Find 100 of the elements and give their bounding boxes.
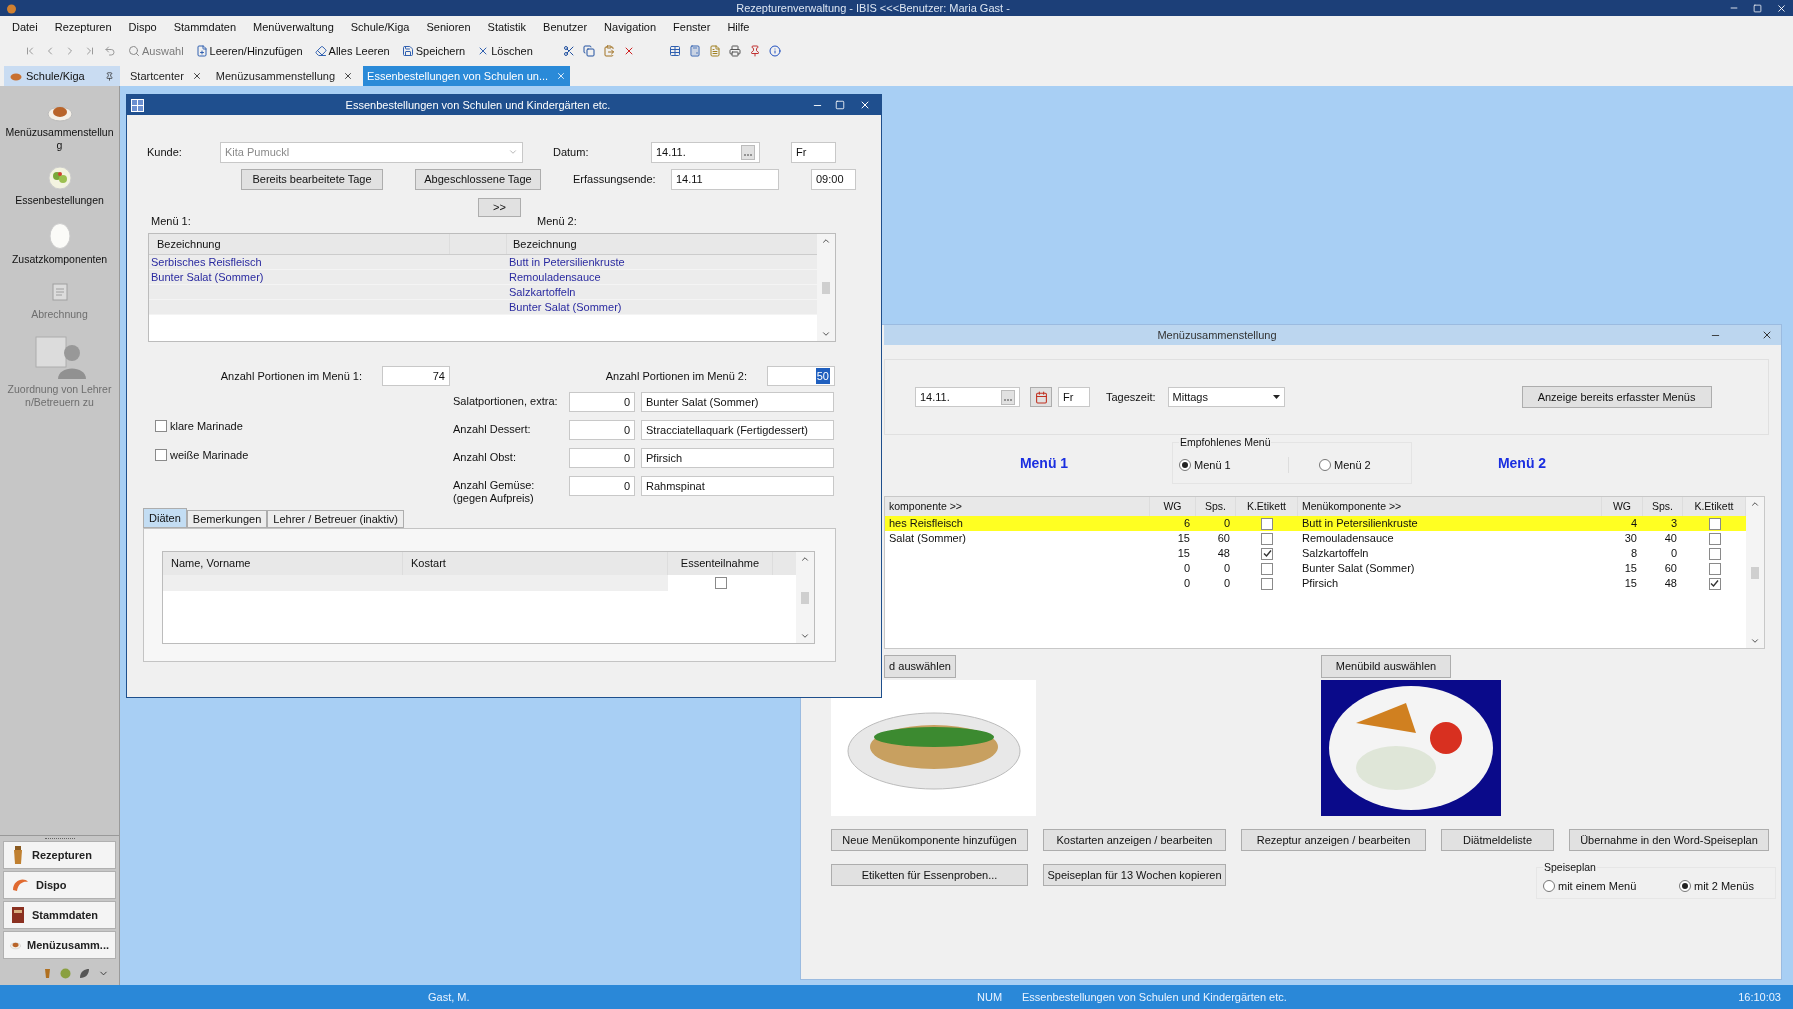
quantity-field[interactable]: 0 [569,448,635,468]
button[interactable]: Menübild auswählen [1321,655,1451,678]
table-row[interactable]: hes Reisfleisch 6 0 Butt in Petersilienkruste 4 3 [885,516,1746,531]
button[interactable]: Rezeptur anzeigen / bearbeiten [1241,829,1426,851]
quantity-field[interactable]: 0 [569,476,635,496]
button[interactable]: Neue Menükomponente hinzufügen [831,829,1028,851]
radio-button[interactable] [1319,459,1331,471]
sidebar-item[interactable]: Zusatzkomponenten [11,253,108,266]
printer-icon[interactable] [728,45,741,57]
pepper-mill-icon[interactable] [43,967,52,979]
button[interactable]: Etiketten für Essenproben... [831,864,1028,886]
checkbox[interactable] [155,420,167,433]
checkbox[interactable] [155,448,167,461]
radio-button[interactable] [1679,880,1691,892]
scroll-up-icon[interactable] [821,236,831,246]
scroll-up-icon[interactable] [1750,499,1760,509]
document-tab[interactable]: Essenbestellungen von Schulen un... [363,66,571,86]
close-icon[interactable] [859,99,871,111]
pin-icon[interactable] [748,45,761,57]
menu-item[interactable]: Senioren [426,18,471,36]
calendar-button[interactable] [1030,387,1052,407]
maximize-icon[interactable] [835,100,845,110]
button[interactable]: d auswählen [884,655,956,678]
close-icon[interactable] [1761,329,1773,341]
menu-item[interactable]: Rezepturen [54,18,112,36]
scroll-thumb[interactable] [801,591,809,604]
calculator-icon[interactable] [688,45,701,57]
checkbox[interactable] [1708,517,1721,530]
daytime-dropdown[interactable]: Mittags [1167,387,1285,407]
menu-item[interactable]: Navigation [604,18,657,36]
button[interactable]: Bereits bearbeitete Tage [241,169,383,190]
last-icon[interactable] [84,45,96,57]
copy-icon[interactable] [582,45,595,57]
scroll-thumb[interactable] [822,281,830,294]
menu-item[interactable]: Fenster [673,18,711,36]
navigation-button[interactable]: Dispo [3,871,116,899]
portion-field[interactable]: 74 [382,366,450,386]
navigation-button[interactable]: Menüzusamm... [3,931,116,959]
button[interactable]: Kostarten anzeigen / bearbeiten [1043,829,1226,851]
checkbox[interactable] [1261,547,1273,560]
picker-button[interactable] [1001,389,1015,405]
restore-icon[interactable] [1753,3,1762,13]
close-icon[interactable] [343,71,354,81]
checkbox[interactable] [714,577,727,589]
toolbar-button[interactable]: Löschen [477,42,533,60]
menu-item[interactable]: Schule/Kiga [350,18,410,36]
menu-item[interactable]: Statistik [487,18,527,36]
toolbar-button[interactable]: Speichern [401,42,466,60]
navigation-button[interactable]: Rezepturen [3,841,116,869]
pin-icon[interactable] [105,71,114,81]
scroll-thumb[interactable] [1751,566,1759,579]
button[interactable]: Abgeschlossene Tage [415,169,541,190]
scroll-down-icon[interactable] [821,329,831,339]
sidebar-item[interactable]: Essenbestellungen [15,194,104,207]
picker-button[interactable] [741,144,755,160]
button[interactable]: Speiseplan für 13 Wochen kopieren [1043,864,1226,886]
menu-item[interactable]: Benutzer [543,18,588,36]
portion-field[interactable]: 50 [767,366,835,386]
menu-item[interactable]: Datei [12,18,38,36]
menu-item[interactable]: Dispo [128,18,157,36]
toolbar-button[interactable]: Leeren/Hinzufügen [195,42,303,60]
radio-button[interactable] [1179,459,1191,471]
cut-icon[interactable] [562,45,575,57]
scroll-down-icon[interactable] [800,631,810,641]
close-icon[interactable] [191,71,202,81]
quantity-field[interactable]: 0 [569,392,635,412]
button[interactable]: Diätmeldeliste [1441,829,1554,851]
checkbox[interactable] [1708,562,1721,575]
document-tab[interactable]: Startcenter [126,66,206,86]
scroll-down-icon[interactable] [1750,636,1760,646]
tab[interactable]: Diäten [143,508,187,528]
tab[interactable]: Lehrer / Betreuer (inaktiv) [267,510,404,528]
checkbox[interactable] [1261,532,1273,545]
quantity-field[interactable]: 0 [569,420,635,440]
checkbox[interactable] [1261,577,1273,590]
close-icon[interactable] [1776,2,1787,14]
checkbox[interactable] [1708,532,1721,545]
transfer-button[interactable]: >> [478,198,521,217]
undo-icon[interactable] [104,45,116,57]
tab[interactable]: Bemerkungen [186,510,268,528]
document-icon[interactable] [708,45,721,57]
leaf-icon[interactable] [79,967,90,979]
paste-icon[interactable] [602,45,615,57]
menu-item[interactable]: Hilfe [727,18,750,36]
scroll-up-icon[interactable] [800,554,810,564]
table-icon[interactable] [668,45,681,57]
info-icon[interactable] [768,45,781,57]
checkbox[interactable] [1261,517,1273,530]
first-icon[interactable] [24,45,36,57]
toolbar-button[interactable]: Alles Leeren [314,42,390,60]
navigation-button[interactable]: Stammdaten [3,901,116,929]
document-tab[interactable]: Menüzusammenstellung [211,66,358,86]
menu-item[interactable]: Menüverwaltung [253,18,334,36]
button[interactable]: Übernahme in den Word-Speiseplan [1569,829,1769,851]
date-field[interactable]: 14.11. [651,141,760,163]
menu-item[interactable]: Stammdaten [173,18,237,36]
sidebar-item[interactable]: Menüzusammenstellung [3,126,116,152]
checkbox[interactable] [1708,577,1721,590]
checkbox[interactable] [1708,547,1721,560]
radio-button[interactable] [1543,880,1555,892]
